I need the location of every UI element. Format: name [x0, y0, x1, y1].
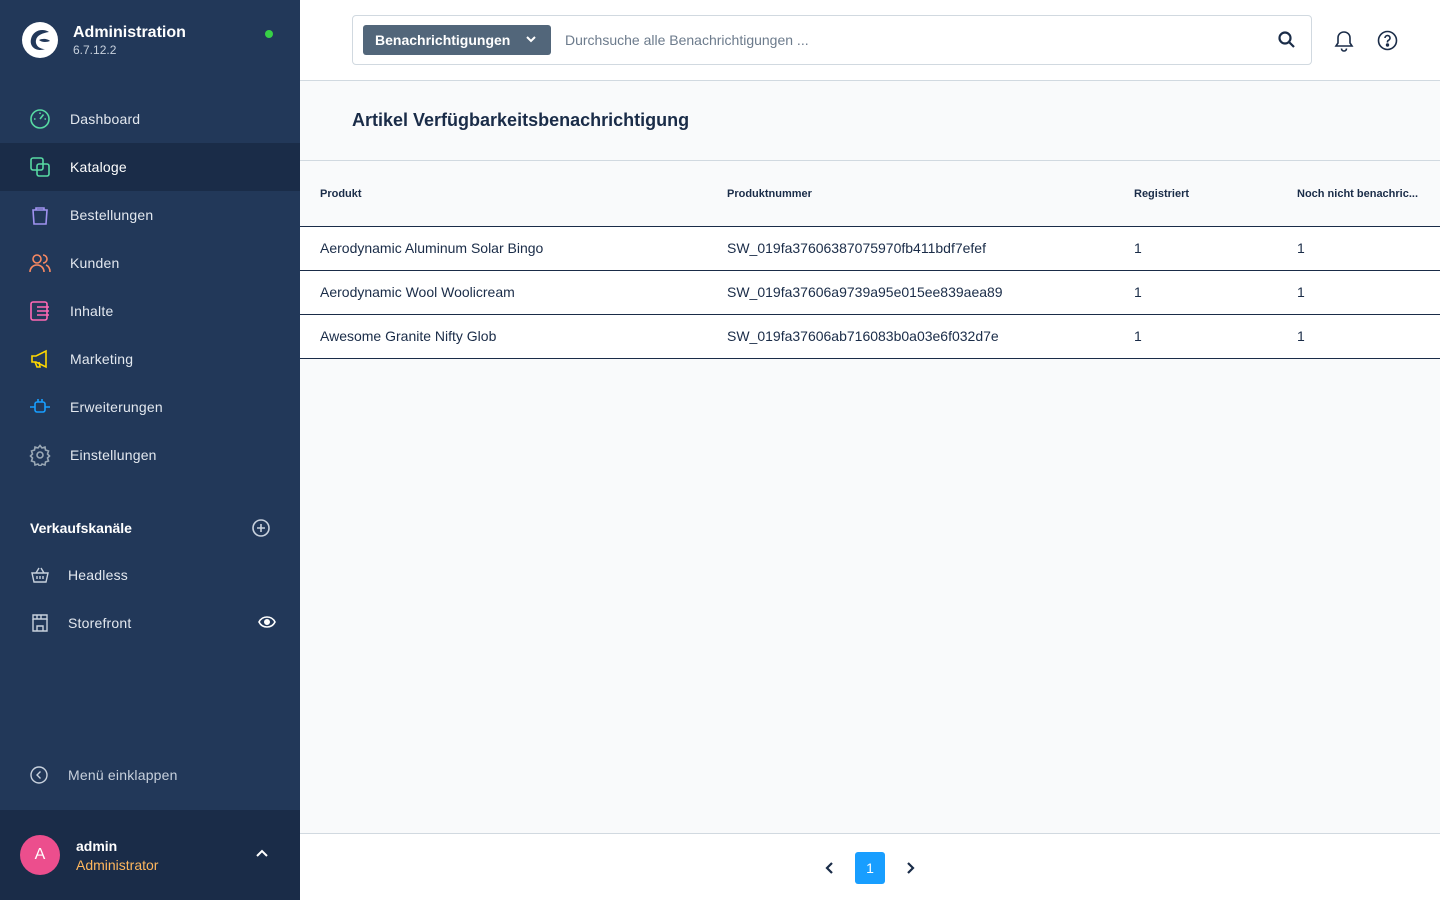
- settings-icon: [28, 443, 52, 467]
- nav-item-orders[interactable]: Bestellungen: [0, 191, 300, 239]
- cell-product: Awesome Granite Nifty Glob: [320, 328, 497, 344]
- user-role: Administrator: [76, 857, 159, 873]
- cell-product: Aerodynamic Aluminum Solar Bingo: [320, 240, 544, 256]
- eye-icon[interactable]: [258, 615, 276, 629]
- pagination: 1: [300, 833, 1440, 900]
- topbar: Benachrichtigungen: [300, 0, 1440, 81]
- collapse-menu-button[interactable]: Menü einklappen: [30, 766, 178, 784]
- brand: Administration 6.7.12.2: [22, 22, 186, 58]
- column-header-not-notified[interactable]: Noch nicht benachric...: [1297, 188, 1418, 200]
- nav-item-customers[interactable]: Kunden: [0, 239, 300, 287]
- cell-not-notified: 1: [1297, 284, 1305, 300]
- sidebar: Administration 6.7.12.2 Dashboard Katalo…: [0, 0, 300, 900]
- sales-channels-title: Verkaufskanäle: [30, 520, 132, 536]
- online-status-dot: [265, 30, 273, 38]
- cell-product-number: SW_019fa37606387075970fb411bdf7efef: [727, 240, 986, 256]
- nav-item-catalog[interactable]: Kataloge: [0, 143, 300, 191]
- nav-item-dashboard[interactable]: Dashboard: [0, 95, 300, 143]
- nav-item-extensions[interactable]: Erweiterungen: [0, 383, 300, 431]
- next-page-icon[interactable]: [905, 861, 915, 875]
- table-header: Produkt Produktnummer Registriert Noch n…: [300, 161, 1440, 227]
- column-header-registered[interactable]: Registriert: [1134, 188, 1189, 200]
- cell-registered: 1: [1134, 328, 1142, 344]
- orders-icon: [28, 203, 52, 227]
- page-title: Artikel Verfügbarkeitsbenachrichtigung: [352, 110, 690, 130]
- basket-icon: [28, 563, 52, 587]
- nav-item-marketing[interactable]: Marketing: [0, 335, 300, 383]
- marketing-icon: [28, 347, 52, 371]
- column-header-product[interactable]: Produkt: [320, 188, 362, 200]
- nav-item-content[interactable]: Inhalte: [0, 287, 300, 335]
- cell-product-number: SW_019fa37606ab716083b0a03e6f032d7e: [727, 328, 999, 344]
- sales-channel-storefront[interactable]: Storefront: [28, 611, 276, 635]
- previous-page-icon[interactable]: [825, 861, 835, 875]
- page-button-current[interactable]: 1: [855, 852, 885, 884]
- cell-product-number: SW_019fa37606a9739a95e015ee839aea89: [727, 284, 1003, 300]
- bell-icon[interactable]: [1334, 30, 1354, 52]
- catalog-icon: [28, 155, 52, 179]
- add-sales-channel-icon[interactable]: [252, 519, 270, 537]
- table-row[interactable]: Aerodynamic Wool Woolicream SW_019fa3760…: [300, 271, 1440, 315]
- chevron-down-icon: [526, 36, 536, 43]
- sales-channel-headless[interactable]: Headless: [28, 563, 276, 587]
- app-version: 6.7.12.2: [73, 43, 117, 57]
- user-panel[interactable]: A admin Administrator: [0, 810, 300, 900]
- sales-channels-header: Verkaufskanäle: [30, 519, 270, 537]
- user-name: admin: [76, 838, 118, 854]
- extensions-icon: [28, 395, 52, 419]
- search-type-dropdown[interactable]: Benachrichtigungen: [363, 25, 551, 55]
- dashboard-icon: [28, 107, 52, 131]
- table-row[interactable]: Aerodynamic Aluminum Solar Bingo SW_019f…: [300, 227, 1440, 271]
- nav-item-settings[interactable]: Einstellungen: [0, 431, 300, 479]
- shopware-logo-icon: [22, 22, 58, 58]
- chevron-up-icon[interactable]: [255, 848, 269, 858]
- column-header-product-number[interactable]: Produktnummer: [727, 188, 812, 200]
- cell-registered: 1: [1134, 240, 1142, 256]
- content-icon: [28, 299, 52, 323]
- help-icon[interactable]: [1377, 30, 1398, 51]
- cell-not-notified: 1: [1297, 240, 1305, 256]
- search-type-label: Benachrichtigungen: [375, 32, 511, 48]
- cell-registered: 1: [1134, 284, 1142, 300]
- main-nav: Dashboard Kataloge Bestellungen Kunden I…: [0, 95, 300, 479]
- notification-table: Produkt Produktnummer Registriert Noch n…: [300, 160, 1440, 359]
- global-search: Benachrichtigungen: [352, 15, 1312, 65]
- chevron-left-circle-icon: [30, 766, 48, 784]
- search-icon[interactable]: [1277, 30, 1297, 50]
- cell-product: Aerodynamic Wool Woolicream: [320, 284, 515, 300]
- main-content: Artikel Verfügbarkeitsbenachrichtigung P…: [300, 82, 1440, 833]
- table-row[interactable]: Awesome Granite Nifty Glob SW_019fa37606…: [300, 315, 1440, 359]
- customers-icon: [28, 251, 52, 275]
- cell-not-notified: 1: [1297, 328, 1305, 344]
- app-title: Administration: [73, 24, 186, 41]
- avatar: A: [20, 835, 60, 875]
- search-input[interactable]: [565, 28, 1245, 52]
- storefront-icon: [28, 611, 52, 635]
